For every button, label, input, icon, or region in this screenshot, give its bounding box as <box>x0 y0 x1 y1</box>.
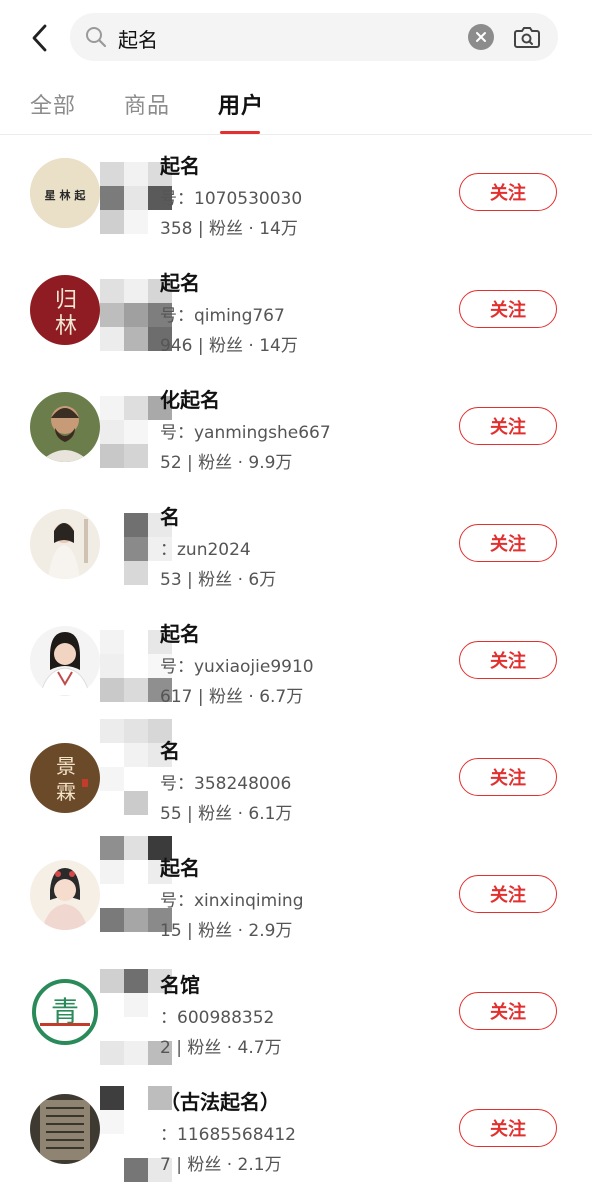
user-account: ：zun2024 <box>160 540 251 560</box>
search-icon <box>86 27 107 48</box>
user-name: 名 <box>160 505 180 529</box>
tab-products[interactable]: 商品 <box>124 88 170 120</box>
camera-search-icon <box>514 27 540 48</box>
user-stats: 358 | 粉丝 · 14万 <box>160 219 298 239</box>
user-account: 号：xinxinqiming <box>160 891 304 911</box>
follow-button[interactable]: 关注 <box>459 524 557 562</box>
clear-icon <box>476 32 486 42</box>
list-item[interactable]: 起名 号：xinxinqiming 15 | 粉丝 · 2.9万 关注 <box>0 836 592 953</box>
list-item[interactable]: 归 林 起名 号：qiming767 946 | 粉丝 · 14万 关注 <box>0 251 592 368</box>
user-account: 号：1070530030 <box>160 189 303 209</box>
list-item[interactable]: 名 ：zun2024 53 | 粉丝 · 6万 关注 <box>0 485 592 602</box>
user-stats: 15 | 粉丝 · 2.9万 <box>160 921 293 941</box>
svg-text:星 林 起: 星 林 起 <box>45 188 87 202</box>
svg-text:林: 林 <box>55 314 77 339</box>
avatar[interactable]: 青 <box>30 977 100 1047</box>
avatar[interactable]: 归 林 <box>30 275 100 345</box>
user-stats: 53 | 粉丝 · 6万 <box>160 570 277 590</box>
user-name: 起名 <box>160 856 200 880</box>
list-item[interactable]: 青 名馆 ：600988352 2 | 粉丝 · 4.7万 关注 <box>0 953 592 1070</box>
avatar[interactable] <box>30 860 100 930</box>
follow-button[interactable]: 关注 <box>459 641 557 679</box>
list-item[interactable]: 化起名 号：yanmingshe667 52 | 粉丝 · 9.9万 关注 <box>0 368 592 485</box>
top-bar <box>0 0 592 78</box>
search-input[interactable] <box>116 21 460 55</box>
follow-button[interactable]: 关注 <box>459 407 557 445</box>
user-name: 名 <box>160 739 180 763</box>
follow-button[interactable]: 关注 <box>459 992 557 1030</box>
user-name: 起名 <box>160 271 200 295</box>
user-stats: 55 | 粉丝 · 6.1万 <box>160 804 293 824</box>
user-name: 起名 <box>160 622 200 646</box>
avatar[interactable] <box>30 509 100 579</box>
user-account: ：600988352 <box>160 1008 275 1028</box>
follow-button[interactable]: 关注 <box>459 290 557 328</box>
user-stats: 946 | 粉丝 · 14万 <box>160 336 298 356</box>
user-stats: 2 | 粉丝 · 4.7万 <box>160 1038 282 1058</box>
follow-button[interactable]: 关注 <box>459 173 557 211</box>
user-name: （古法起名） <box>160 1090 280 1114</box>
user-name: 名馆 <box>160 973 200 997</box>
user-name: 化起名 <box>160 388 220 412</box>
avatar[interactable]: 景 霖 <box>30 743 100 813</box>
list-item[interactable]: 景 霖 名 号：358248006 55 | 粉丝 · 6.1万 关注 <box>0 719 592 836</box>
user-account: 号：yuxiaojie9910 <box>160 657 314 677</box>
follow-button[interactable]: 关注 <box>459 758 557 796</box>
svg-text:霖: 霖 <box>56 780 76 804</box>
clear-search-button[interactable] <box>468 24 494 50</box>
list-item[interactable]: 星 林 起 起名 号：1070530030 358 | 粉丝 · 14万 关注 <box>0 134 592 251</box>
svg-text:归: 归 <box>55 288 77 313</box>
avatar[interactable] <box>30 626 100 696</box>
avatar[interactable] <box>30 1094 100 1164</box>
follow-button[interactable]: 关注 <box>459 875 557 913</box>
search-tabs: 全部 商品 用户 <box>0 78 592 135</box>
back-button[interactable] <box>22 18 58 58</box>
user-stats: 617 | 粉丝 · 6.7万 <box>160 687 304 707</box>
user-account: 号：yanmingshe667 <box>160 423 331 443</box>
user-stats: 7 | 粉丝 · 2.1万 <box>160 1155 282 1175</box>
avatar[interactable]: 星 林 起 <box>30 158 100 228</box>
tab-users[interactable]: 用户 <box>218 88 265 134</box>
user-account: 号：358248006 <box>160 774 292 794</box>
tab-users-label: 用户 <box>218 94 265 119</box>
camera-search-button[interactable] <box>512 23 542 51</box>
user-stats: 52 | 粉丝 · 9.9万 <box>160 453 293 473</box>
list-item[interactable]: 起名 号：yuxiaojie9910 617 | 粉丝 · 6.7万 关注 <box>0 602 592 719</box>
tab-all[interactable]: 全部 <box>30 88 76 120</box>
back-arrow-icon <box>32 24 47 52</box>
user-name: 起名 <box>160 154 200 178</box>
svg-text:景: 景 <box>56 754 76 778</box>
user-account: ：11685568412 <box>160 1125 296 1145</box>
user-account: 号：qiming767 <box>160 306 285 326</box>
follow-button[interactable]: 关注 <box>459 1109 557 1147</box>
list-item[interactable]: （古法起名） ：11685568412 7 | 粉丝 · 2.1万 关注 <box>0 1070 592 1187</box>
search-bar[interactable] <box>70 13 558 61</box>
avatar[interactable] <box>30 392 100 462</box>
